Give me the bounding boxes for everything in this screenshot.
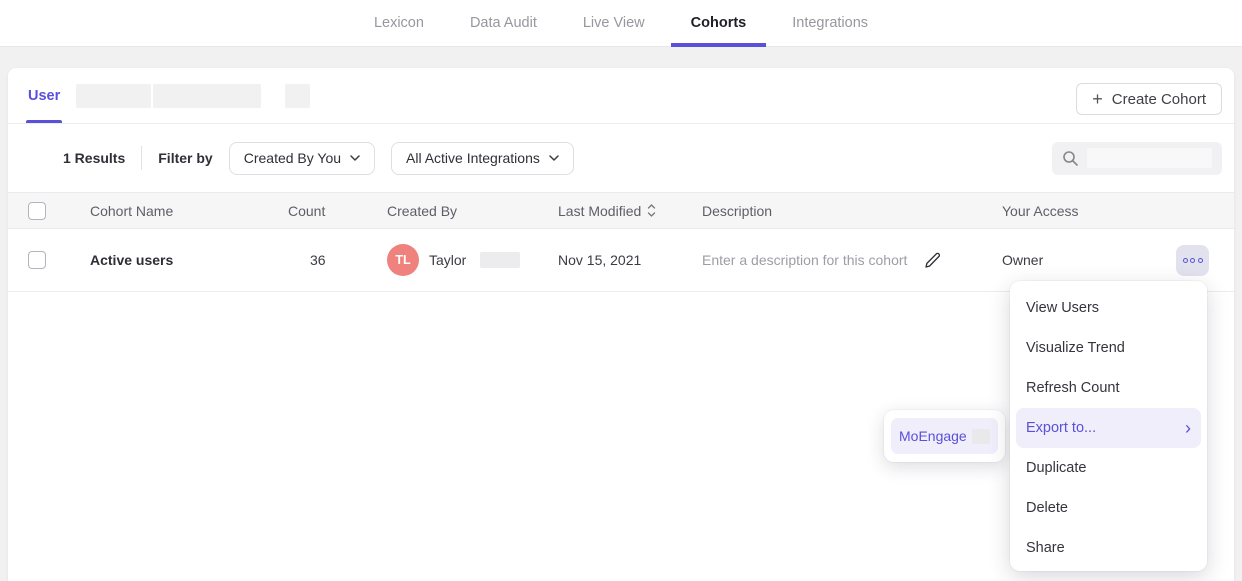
nav-tab-cohorts[interactable]: Cohorts [671, 0, 767, 46]
edit-description-button[interactable] [923, 251, 942, 270]
search-icon [1062, 150, 1079, 167]
results-count: 1 Results [63, 150, 125, 166]
toolbar-divider [141, 146, 142, 170]
sort-icon [647, 204, 656, 217]
filter-toolbar: 1 Results Filter by Created By You All A… [8, 124, 1234, 192]
header-description: Description [702, 203, 1002, 219]
header-your-access: Your Access [1002, 203, 1148, 219]
plus-icon: + [1092, 90, 1103, 108]
menu-item-view-users[interactable]: View Users [1010, 288, 1207, 328]
menu-item-delete[interactable]: Delete [1010, 488, 1207, 528]
menu-item-duplicate[interactable]: Duplicate [1010, 448, 1207, 488]
overflow-dots-icon [1190, 258, 1195, 263]
create-cohort-label: Create Cohort [1112, 91, 1206, 108]
nav-tab-data-audit[interactable]: Data Audit [450, 0, 557, 46]
header-created-by[interactable]: Created By [387, 203, 558, 219]
redacted-name-block [480, 252, 520, 268]
select-all-checkbox[interactable] [28, 202, 46, 220]
chevron-down-icon [350, 155, 360, 161]
header-last-modified[interactable]: Last Modified [558, 203, 702, 219]
create-cohort-button[interactable]: + Create Cohort [1076, 83, 1222, 115]
redacted-tab-block [285, 84, 310, 108]
created-by-dropdown-label: Created By You [244, 150, 341, 166]
integrations-dropdown-label: All Active Integrations [406, 150, 540, 166]
export-submenu: MoEngage [884, 410, 1005, 462]
top-navigation: Lexicon Data Audit Live View Cohorts Int… [0, 0, 1242, 47]
table-header: Cohort Name Count Created By Last Modifi… [8, 192, 1234, 229]
cohort-name-link[interactable]: Active users [90, 252, 288, 268]
avatar: TL [387, 244, 419, 276]
row-overflow-menu-button[interactable] [1176, 245, 1209, 276]
header-last-modified-label: Last Modified [558, 203, 641, 219]
search-input[interactable] [1052, 142, 1222, 175]
redacted-tab-block [153, 84, 261, 108]
cohort-count: 36 [310, 252, 326, 268]
nav-tab-integrations[interactable]: Integrations [772, 0, 888, 46]
export-to-label: Export to... [1026, 420, 1096, 436]
description-cell: Enter a description for this cohort [702, 251, 1002, 270]
menu-item-export-to[interactable]: Export to... › [1016, 408, 1201, 448]
integrations-dropdown[interactable]: All Active Integrations [391, 142, 574, 175]
moengage-label: MoEngage [899, 428, 967, 444]
cohort-type-tabs: User + Create Cohort [8, 68, 1234, 124]
pencil-icon [923, 251, 942, 270]
last-modified-value: Nov 15, 2021 [558, 252, 702, 268]
created-by-dropdown[interactable]: Created By You [229, 142, 375, 175]
chevron-right-icon: › [1185, 419, 1191, 437]
redacted-tab-block [76, 84, 151, 108]
submenu-item-moengage[interactable]: MoEngage [891, 418, 998, 454]
nav-tab-lexicon[interactable]: Lexicon [354, 0, 444, 46]
overflow-dots-icon [1183, 258, 1188, 263]
nav-tab-live-view[interactable]: Live View [563, 0, 665, 46]
description-placeholder[interactable]: Enter a description for this cohort [702, 252, 907, 268]
chevron-down-icon [549, 155, 559, 161]
overflow-dots-icon [1198, 258, 1203, 263]
menu-item-share[interactable]: Share [1010, 528, 1207, 568]
row-context-menu: View Users Visualize Trend Refresh Count… [1010, 281, 1207, 571]
menu-item-visualize-trend[interactable]: Visualize Trend [1010, 328, 1207, 368]
tab-user[interactable]: User [28, 68, 60, 123]
created-by-cell: TL Taylor [387, 244, 558, 276]
row-checkbox[interactable] [28, 251, 46, 269]
header-cohort-name[interactable]: Cohort Name [90, 203, 288, 219]
filter-by-label: Filter by [158, 150, 212, 166]
created-by-name: Taylor [429, 252, 466, 268]
menu-item-refresh-count[interactable]: Refresh Count [1010, 368, 1207, 408]
cohorts-page: Lexicon Data Audit Live View Cohorts Int… [0, 0, 1242, 581]
redacted-search-text [1087, 148, 1212, 168]
redacted-submenu-block [972, 429, 990, 444]
access-value: Owner [1002, 252, 1148, 268]
header-count[interactable]: Count [288, 203, 387, 219]
